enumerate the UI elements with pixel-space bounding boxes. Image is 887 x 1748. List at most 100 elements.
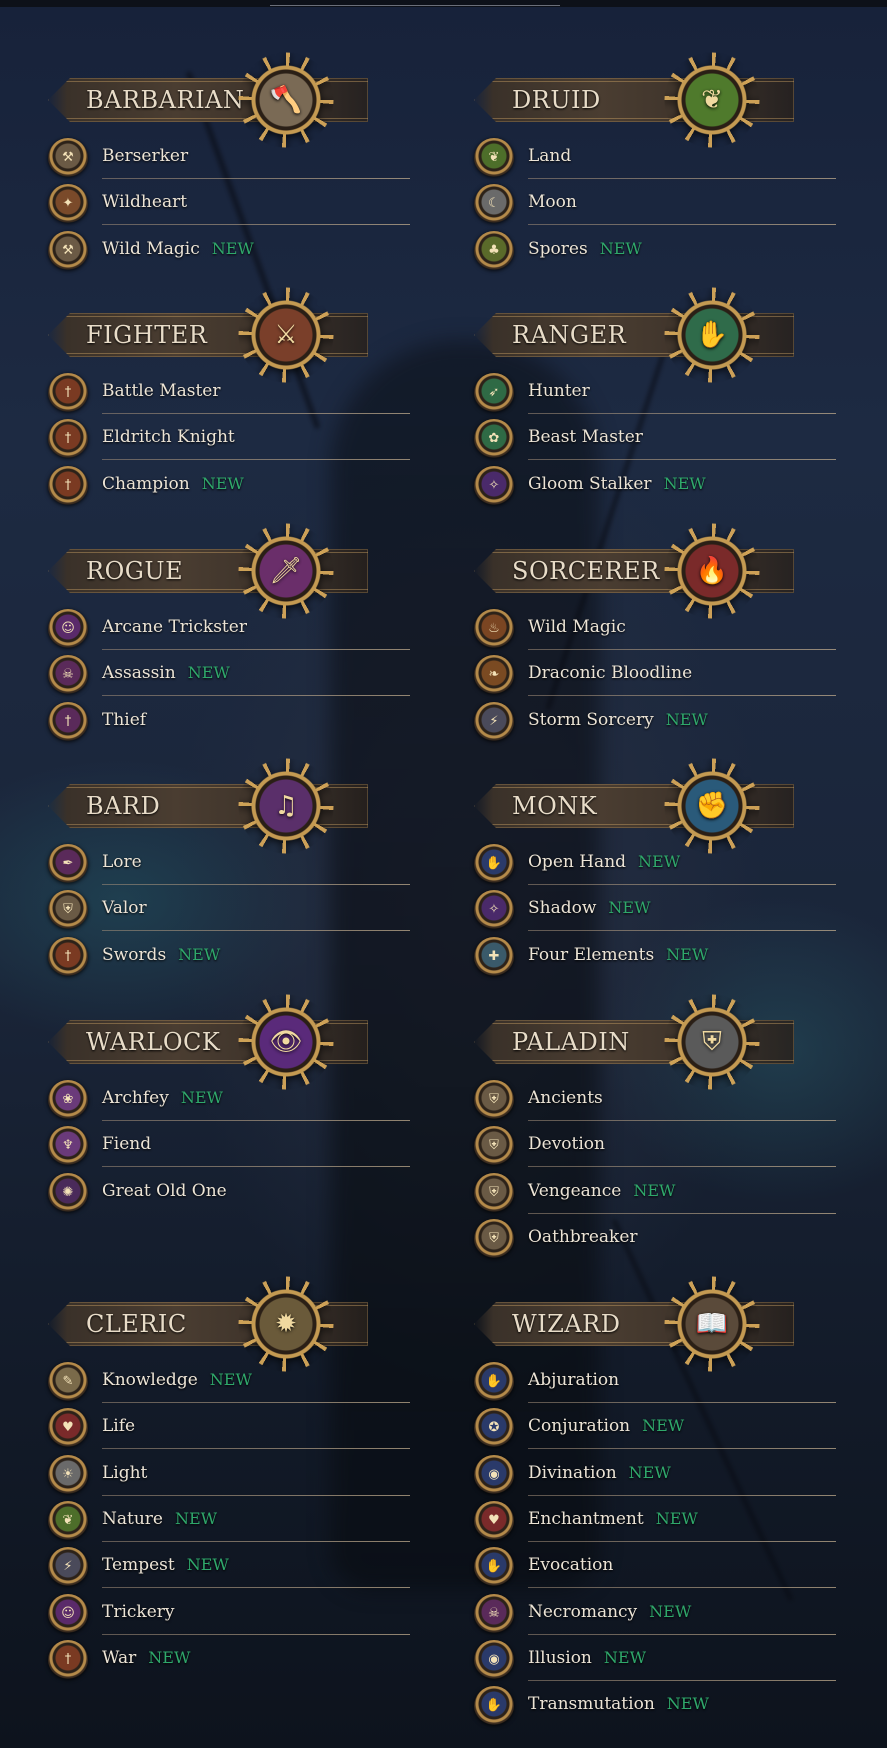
hand-icon: ✋ [474, 1686, 514, 1727]
subclass-divider [528, 1587, 836, 1589]
subclass-name: Great Old One [102, 1180, 227, 1201]
subclass-divider [102, 1120, 410, 1121]
subclass-label: Storm Sorcery NEW [528, 710, 708, 730]
subclass-item-illusion[interactable]: ◉ Illusion NEW [474, 1636, 836, 1682]
subclass-item-thief[interactable]: † Thief [48, 698, 378, 744]
subclass-item-fiend[interactable]: ♆ Fiend [48, 1122, 410, 1168]
subclass-name: Arcane Trickster [102, 617, 247, 637]
heart-icon-glyph: ♥ [62, 1420, 74, 1436]
subclass-name: Necromancy [528, 1601, 638, 1622]
flame-icon: ♨ [474, 609, 514, 649]
subclass-item-transmutation[interactable]: ✋ Transmutation NEW [474, 1682, 804, 1728]
subclass-item-arcane-trickster[interactable]: ☺ Arcane Trickster [48, 605, 410, 651]
subclass-item-champion[interactable]: † Champion NEW [48, 462, 378, 508]
subclass-item-spores[interactable]: ♣ Spores NEW [474, 227, 804, 273]
subclass-name: Fiend [102, 1134, 152, 1155]
subclass-item-storm-sorcery[interactable]: ⚡ Storm Sorcery NEW [474, 698, 804, 744]
subclass-item-necromancy[interactable]: ☠ Necromancy NEW [474, 1590, 836, 1636]
feather-icon: ✒ [48, 844, 88, 884]
subclass-item-hunter[interactable]: ➶ Hunter [474, 369, 836, 415]
subclass-item-great-old-one[interactable]: ✺ Great Old One [48, 1169, 378, 1215]
subclass-item-gloom-stalker[interactable]: ✧ Gloom Stalker NEW [474, 462, 804, 508]
subclass-item-wildheart[interactable]: ✦ Wildheart [48, 180, 410, 226]
subclass-label: Illusion NEW [528, 1648, 646, 1668]
subclass-item-vengeance[interactable]: ⛨ Vengeance NEW [474, 1169, 836, 1215]
subclass-item-swords[interactable]: † Swords NEW [48, 933, 378, 979]
subclass-divider [528, 649, 836, 650]
subclass-item-life[interactable]: ♥ Life [48, 1404, 410, 1450]
subclass-divider [528, 695, 836, 697]
shield-icon-glyph: ⛨ [63, 902, 73, 918]
subclass-item-draconic-bloodline[interactable]: ❧ Draconic Bloodline [474, 651, 836, 697]
subclass-item-land[interactable]: ❦ Land [474, 134, 836, 180]
top-bar [0, 0, 887, 7]
shield-icon: ⛨ [474, 1172, 514, 1213]
subclass-item-abjuration[interactable]: ✋ Abjuration [474, 1358, 836, 1404]
hand-icon: ✋ [474, 1547, 514, 1588]
subclass-item-light[interactable]: ☀ Light [48, 1451, 410, 1497]
subclass-label: Wildheart [102, 192, 187, 212]
subclass-item-evocation[interactable]: ✋ Evocation [474, 1543, 836, 1589]
subclass-item-archfey[interactable]: ❀ Archfey NEW [48, 1076, 410, 1122]
subclass-item-ancients[interactable]: ⛨ Ancients [474, 1076, 836, 1122]
subclass-label: Divination NEW [528, 1463, 671, 1483]
paw-icon: ✿ [474, 419, 514, 460]
subclass-divider [528, 1679, 836, 1681]
subclass-item-divination[interactable]: ◉ Divination NEW [474, 1451, 836, 1497]
subclass-name: Wild Magic [102, 238, 200, 259]
sword-icon-glyph: † [64, 431, 72, 447]
subclass-divider [102, 1494, 410, 1496]
class-title: PALADIN [512, 1028, 630, 1056]
subclass-name: Tempest [102, 1555, 175, 1576]
subclass-label: Wild Magic [528, 617, 626, 637]
subclass-item-nature[interactable]: ❦ Nature NEW [48, 1497, 410, 1543]
subclass-item-battle-master[interactable]: † Battle Master [48, 369, 410, 415]
book-icon: ✎ [48, 1362, 88, 1402]
sword-icon: † [48, 936, 88, 977]
shadow-icon: ✧ [474, 890, 514, 931]
hand-icon-glyph: ✋ [485, 1559, 503, 1575]
subclass-item-open-hand[interactable]: ✋ Open Hand NEW [474, 840, 836, 886]
subclass-label: Tempest NEW [102, 1555, 229, 1575]
subclass-label: Champion NEW [102, 474, 244, 494]
subclass-item-assassin[interactable]: ☠ Assassin NEW [48, 651, 410, 697]
subclass-item-wild-magic[interactable]: ♨ Wild Magic [474, 605, 836, 651]
subclass-divider [102, 1448, 410, 1450]
subclass-item-war[interactable]: † War NEW [48, 1636, 378, 1682]
subclass-item-enchantment[interactable]: ♥ Enchantment NEW [474, 1497, 836, 1543]
subclass-item-beast-master[interactable]: ✿ Beast Master [474, 415, 836, 461]
storm-icon: ⚡ [48, 1547, 88, 1588]
subclass-item-moon[interactable]: ☾ Moon [474, 180, 836, 226]
subclass-label: Devotion [528, 1134, 605, 1154]
subclass-item-four-elements[interactable]: ✚ Four Elements NEW [474, 933, 804, 979]
subclass-item-eldritch-knight[interactable]: † Eldritch Knight [48, 415, 410, 461]
subclass-name: Vengeance [528, 1180, 622, 1201]
subclass-item-wild-magic[interactable]: ⚒ Wild Magic NEW [48, 227, 378, 273]
subclass-item-devotion[interactable]: ⛨ Devotion [474, 1122, 836, 1168]
subclass-item-oathbreaker[interactable]: ⛨ Oathbreaker [474, 1215, 804, 1261]
subclass-item-tempest[interactable]: ⚡ Tempest NEW [48, 1543, 410, 1589]
subclass-item-berserker[interactable]: ⚒ Berserker [48, 134, 410, 180]
sword-icon: † [48, 1639, 88, 1680]
subclass-label: Great Old One [102, 1181, 227, 1201]
shadow-icon-glyph: ✧ [488, 902, 500, 918]
shield-icon-glyph: ⛨ [489, 1138, 499, 1154]
subclass-item-knowledge[interactable]: ✎ Knowledge NEW [48, 1358, 410, 1404]
subclass-divider [102, 695, 410, 697]
subclass-item-valor[interactable]: ⛨ Valor [48, 886, 410, 932]
skull-icon: ☠ [474, 1593, 514, 1634]
subclass-item-lore[interactable]: ✒ Lore [48, 840, 410, 886]
subclass-item-conjuration[interactable]: ✪ Conjuration NEW [474, 1404, 836, 1450]
new-badge: NEW [638, 852, 681, 871]
subclass-divider [528, 1448, 836, 1450]
class-title: ROGUE [86, 557, 184, 585]
eye-icon-glyph: ◉ [488, 1651, 500, 1667]
subclass-name: Divination [528, 1462, 617, 1483]
subclass-divider [528, 1212, 836, 1214]
subclass-name: Wildheart [102, 192, 188, 213]
sword-icon-glyph: † [64, 385, 72, 400]
shield-icon-glyph: ⛨ [489, 1230, 499, 1246]
subclass-item-trickery[interactable]: ☺ Trickery [48, 1590, 410, 1636]
new-badge: NEW [603, 1647, 647, 1667]
subclass-item-shadow[interactable]: ✧ Shadow NEW [474, 886, 836, 932]
